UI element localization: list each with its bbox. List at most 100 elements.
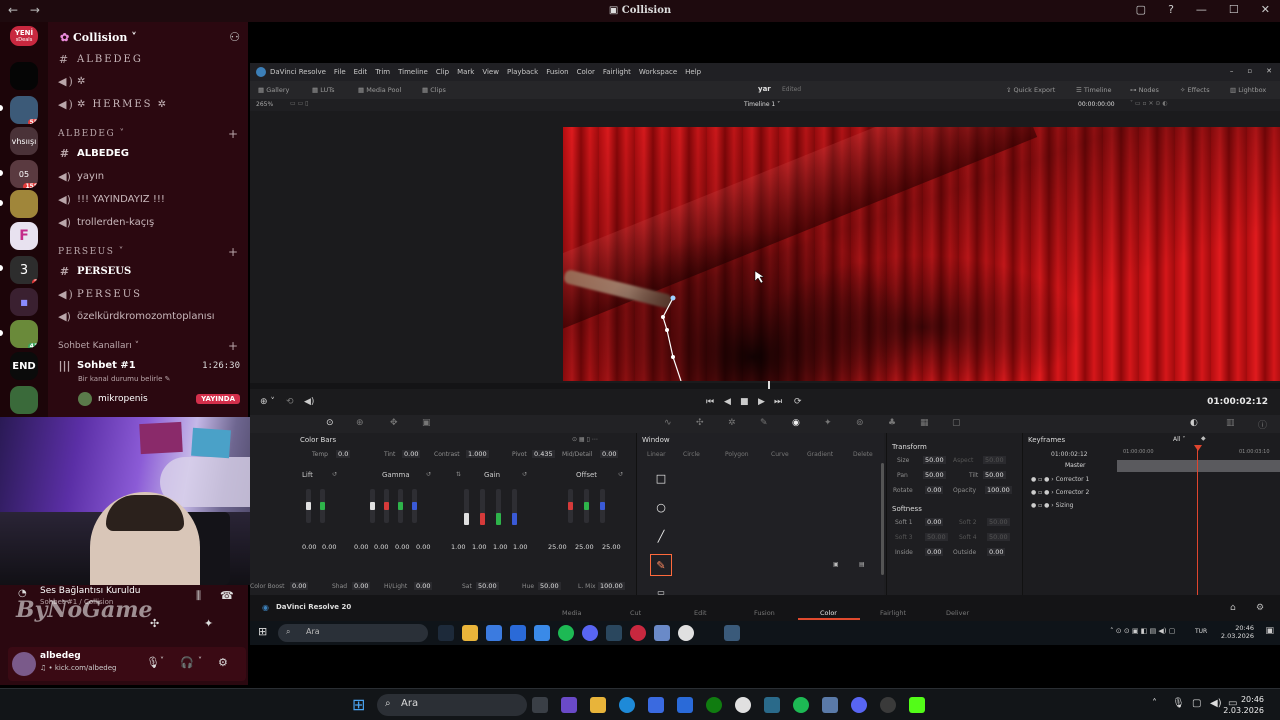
page-tab-edit[interactable]: Edit xyxy=(694,609,707,617)
reset-icon[interactable]: ↺ xyxy=(618,471,623,478)
color-warper-icon[interactable]: ✣ xyxy=(696,418,704,428)
menu-item[interactable]: Color xyxy=(577,68,595,76)
gear-icon[interactable]: ⚙ xyxy=(1256,603,1264,613)
master-track[interactable] xyxy=(1117,460,1280,472)
inside-value[interactable]: 0.00 xyxy=(925,548,944,556)
minimize-button[interactable]: — xyxy=(1196,3,1207,16)
channel-item[interactable]: ◀) yayın xyxy=(58,170,104,183)
windows-start-icon[interactable]: ⊞ xyxy=(258,625,267,638)
magic-mask-icon[interactable]: ⊚ xyxy=(856,418,864,428)
stop-button[interactable]: ■ xyxy=(740,397,749,407)
lift-value[interactable]: 0.00 xyxy=(322,543,336,551)
rgb-mixer-icon[interactable]: ✥ xyxy=(390,418,398,428)
scopes-icon[interactable]: ▥ xyxy=(1226,418,1235,428)
language-indicator[interactable]: TUR xyxy=(1195,628,1207,635)
skip-back-button[interactable]: ⏮ xyxy=(706,397,714,407)
offset-bar[interactable] xyxy=(600,489,605,523)
gamma-value[interactable]: 0.00 xyxy=(374,543,388,551)
edge-icon[interactable] xyxy=(619,697,635,713)
gamma-bar[interactable] xyxy=(384,489,389,523)
menu-item[interactable]: View xyxy=(482,68,499,76)
offset-value[interactable]: 25.00 xyxy=(575,543,594,551)
menu-item[interactable]: Fusion xyxy=(546,68,568,76)
channel-item[interactable]: ◀) ✲ xyxy=(58,75,87,88)
hue-value[interactable]: 50.00 xyxy=(538,582,561,590)
offset-value[interactable]: 25.00 xyxy=(602,543,621,551)
playhead[interactable] xyxy=(768,381,770,389)
network-icon[interactable]: ▢ xyxy=(1192,698,1201,709)
window-point-handle[interactable] xyxy=(671,355,675,359)
nodes-button[interactable]: ⊶ Nodes xyxy=(1130,86,1159,94)
app-icon[interactable] xyxy=(822,697,838,713)
tint-value[interactable]: 0.00 xyxy=(402,450,421,458)
chrome-icon[interactable] xyxy=(735,697,751,713)
keyframe-row[interactable]: ● ▫ ● › Corrector 1 xyxy=(1031,476,1089,483)
mail-icon[interactable] xyxy=(677,697,693,713)
keyframe-row[interactable]: ● ▫ ● › Sizing xyxy=(1031,502,1073,509)
volume-icon[interactable]: ◀) xyxy=(1210,698,1222,709)
app-icon[interactable] xyxy=(630,625,646,641)
channel-item[interactable]: # ALBEDEG xyxy=(58,53,143,66)
sizing-icon[interactable]: ▢ xyxy=(952,418,961,428)
close-button[interactable]: ✕ xyxy=(1261,3,1270,16)
soundboard-icon[interactable]: ✦ xyxy=(204,617,213,630)
server-icon-5[interactable]: F xyxy=(10,222,38,250)
server-icon-black[interactable] xyxy=(10,62,38,90)
inbox-icon[interactable]: ▢ xyxy=(1136,3,1146,16)
maximize-button[interactable]: ▫ xyxy=(1247,67,1252,75)
server-name-header[interactable]: ✿ Collision ˅ xyxy=(60,31,137,44)
qualifier-icon[interactable]: ✲ xyxy=(728,418,736,428)
viewer-tools-icon[interactable]: ˅ ▭ ▫ ✕ ⊙ ◐ xyxy=(1130,100,1168,107)
menu-item[interactable]: Help xyxy=(685,68,701,76)
new-server-badge[interactable]: YENİ sDeals xyxy=(10,26,38,46)
server-icon-3[interactable]: 05 158 xyxy=(10,160,38,188)
server-icon-end[interactable]: END xyxy=(10,352,38,380)
menu-item[interactable]: Clip xyxy=(436,68,449,76)
highlights-value[interactable]: 0.00 xyxy=(414,582,433,590)
file-explorer-icon[interactable] xyxy=(590,697,606,713)
window-point-handle[interactable] xyxy=(665,328,669,332)
reset-icon[interactable]: ↺ xyxy=(332,471,337,478)
channel-item[interactable]: ◀) ✲ HERMES ✲ xyxy=(58,98,168,111)
menu-item[interactable]: Playback xyxy=(507,68,538,76)
spotify-icon[interactable] xyxy=(558,625,574,641)
opacity-value[interactable]: 100.00 xyxy=(985,486,1012,494)
headphones-icon[interactable]: 🎧 xyxy=(180,656,194,669)
category-header[interactable]: ALBEDEG ˅ xyxy=(58,129,126,139)
gain-bar[interactable] xyxy=(512,489,517,525)
pan-value[interactable]: 50.00 xyxy=(923,471,946,479)
mail-icon[interactable] xyxy=(510,625,526,641)
discord-icon[interactable] xyxy=(851,697,867,713)
store-icon[interactable] xyxy=(648,697,664,713)
add-member-icon[interactable]: ⚇ xyxy=(229,30,240,44)
voice-status-hint[interactable]: Bir kanal durumu belirle ✎ xyxy=(78,375,171,383)
menu-item[interactable]: Mark xyxy=(457,68,474,76)
gamma-value[interactable]: 0.00 xyxy=(354,543,368,551)
page-tab-color[interactable]: Color xyxy=(820,609,837,617)
gamma-bar[interactable] xyxy=(398,489,403,523)
pivot-value[interactable]: 0.435 xyxy=(532,450,555,458)
spotify-icon[interactable] xyxy=(793,697,809,713)
reset-icon[interactable]: ↺ xyxy=(426,471,431,478)
server-icon-1[interactable]: 55 xyxy=(10,96,38,124)
video-frame[interactable] xyxy=(563,127,1280,381)
channel-item[interactable]: ◀) PERSEUS xyxy=(58,288,142,301)
square-window-icon[interactable]: □ xyxy=(650,467,672,489)
window-tab-linear[interactable]: Linear xyxy=(647,451,666,458)
menu-item[interactable]: File xyxy=(334,68,346,76)
view-options-icon[interactable]: ▭ ▭ ▯ xyxy=(290,100,308,107)
gain-bar[interactable] xyxy=(496,489,501,525)
media-pool-button[interactable]: ▦ Media Pool xyxy=(358,86,401,94)
server-icon-2[interactable]: vhsıışı xyxy=(10,127,38,155)
mask-icon[interactable]: ▤ xyxy=(859,561,865,568)
voice-connected-label[interactable]: Ses Bağlantısı Kuruldu xyxy=(40,586,140,596)
window-tab-delete[interactable]: Delete xyxy=(853,451,873,458)
hdr-tool-icon[interactable]: ⊕ xyxy=(356,418,364,428)
tray-icons[interactable]: ˄ ⊙ ⊙ ▣ ◧ ▤ ◀) ▢ xyxy=(1110,627,1175,635)
window-tab-gradient[interactable]: Gradient xyxy=(807,451,833,458)
mid-detail-value[interactable]: 0.00 xyxy=(600,450,619,458)
page-tab-fusion[interactable]: Fusion xyxy=(754,609,775,617)
skip-forward-button[interactable]: ⏭ xyxy=(774,397,782,407)
outside-value[interactable]: 0.00 xyxy=(987,548,1006,556)
tracker-icon[interactable]: ✦ xyxy=(824,418,832,428)
